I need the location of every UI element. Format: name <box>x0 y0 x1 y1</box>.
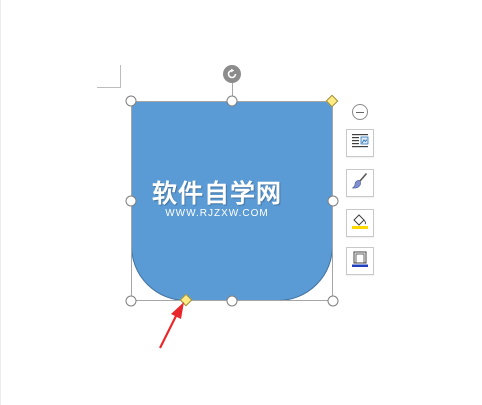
rotate-icon[interactable] <box>223 65 241 83</box>
resize-handle-left[interactable] <box>125 195 137 207</box>
resize-handle-bottom-right[interactable] <box>327 295 339 307</box>
resize-handle-top-left[interactable] <box>125 95 137 107</box>
resize-handle-top[interactable] <box>226 95 238 107</box>
margin-corner-mark <box>97 87 120 88</box>
shape-outline-icon <box>351 250 369 273</box>
outline-button[interactable] <box>346 247 374 275</box>
document-page: 软件自学网 WWW.RJZXW.COM <box>0 0 482 405</box>
text-wrap-icon <box>351 133 369 154</box>
minus-circle-icon[interactable] <box>352 104 368 120</box>
fill-button[interactable] <box>346 209 374 237</box>
page-left-edge <box>0 0 1 405</box>
paint-bucket-icon <box>351 212 369 235</box>
brush-icon <box>351 172 369 195</box>
margin-corner-mark-vertical <box>120 65 121 88</box>
shape-style-button[interactable] <box>346 169 374 197</box>
resize-handle-right[interactable] <box>327 195 339 207</box>
layout-options-button[interactable] <box>346 129 374 157</box>
rounded-shape[interactable] <box>131 101 333 301</box>
resize-handle-bottom[interactable] <box>226 295 238 307</box>
resize-handle-bottom-left[interactable] <box>125 295 137 307</box>
